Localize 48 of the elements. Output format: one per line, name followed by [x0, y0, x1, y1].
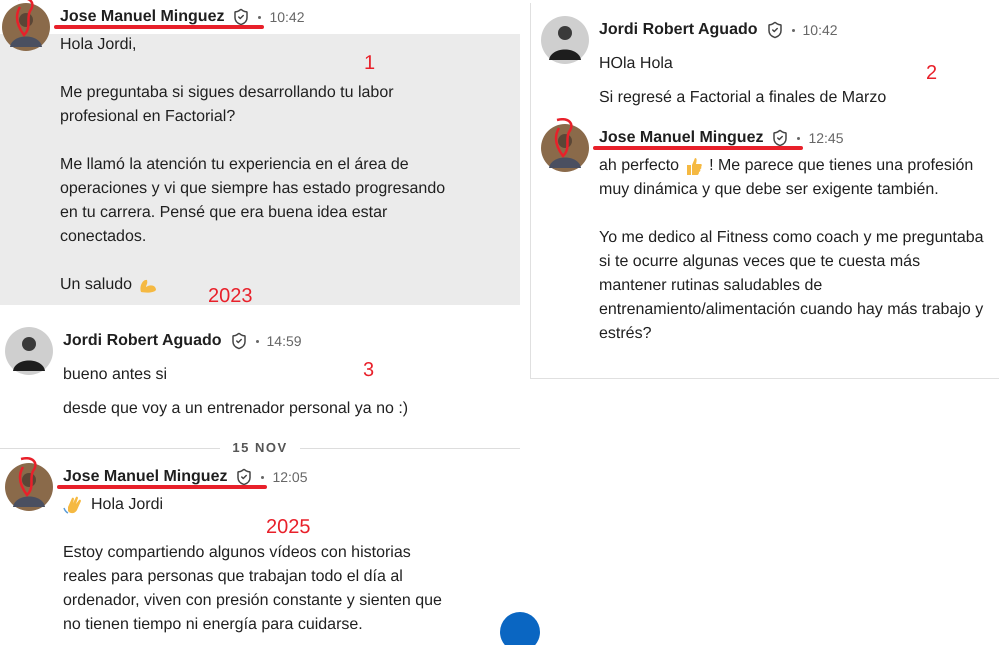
message-text: Yo me dedico al Fitness como coach y me preguntaba si te ocurre algunas veces que te cuesta más mantener rutinas saludables de entrenamiento/alimentación cuando hay más trabajo y estrés?: [599, 228, 985, 344]
annotation-label: 2025: [266, 516, 310, 538]
sender-name: Jose Manuel Minguez: [599, 129, 764, 146]
annotation-label: 2: [926, 61, 938, 86]
message-time: 10:42: [802, 20, 838, 40]
message-line: HOla Hola: [599, 54, 673, 74]
message-time: 14:59: [266, 332, 302, 350]
message-text: ah perfecto: [599, 156, 680, 176]
message-text: Hola Jordi,: [60, 35, 136, 55]
message-text: Me preguntaba si sigues desarrollando tu labor profesional en Factorial?: [60, 83, 395, 127]
sender-name: Jordi Robert Aguado: [63, 332, 222, 349]
verified-icon: [232, 8, 250, 26]
message-text: Un saludo: [60, 275, 132, 295]
chat-button[interactable]: [500, 612, 540, 645]
message-time: 10:42: [269, 8, 305, 26]
verified-icon: [766, 21, 784, 39]
annotation-label: 2023: [208, 284, 252, 309]
avatar: [5, 463, 53, 511]
message-line: bueno antes si: [63, 365, 168, 385]
dot-separator-icon: [261, 476, 264, 478]
verified-icon: [235, 468, 254, 486]
message-line: Si regresé a Factorial a finales de Marzo: [599, 88, 886, 108]
message-time: 12:05: [272, 468, 308, 486]
annotation-label: 3: [363, 358, 374, 383]
message-text: Me llamó la atención tu experiencia en el área de operaciones y vi que siempre has estado progresando en tu carrera. Pensé que era buena idea estar conectados.: [60, 155, 446, 247]
message-text: ! Me parece que tienes una profesión: [709, 156, 974, 176]
message-text: Hola Jordi: [91, 495, 164, 515]
thumbs-up-icon: [685, 156, 704, 176]
dot-separator-icon: [258, 16, 262, 18]
message-text: Estoy compartiendo algunos vídeos con historias reales para personas que trabajan todo el día al ordenador, viven con presión constante y sienten que no tienen tiempo ni energía para cuidarse.: [63, 543, 443, 635]
dot-separator-icon: [792, 28, 795, 32]
verified-icon: [230, 332, 248, 350]
waving-hand-icon: [63, 495, 83, 515]
message-line: desde que voy a un entrenador personal ya no :): [63, 399, 408, 419]
verified-icon: [771, 129, 790, 147]
sender-name: Jose Manuel Minguez: [63, 468, 228, 485]
sender-name: Jordi Robert Aguado: [599, 21, 758, 38]
date-divider: 15 NOV: [231, 439, 289, 458]
message-time: 12:45: [808, 128, 844, 148]
dot-separator-icon: [797, 136, 800, 140]
dot-separator-icon: [256, 340, 259, 342]
message-text: muy dinámica y que debe ser exigente también.: [599, 180, 939, 200]
avatar: [541, 16, 589, 64]
avatar: [5, 327, 53, 375]
avatar: [2, 3, 50, 51]
avatar: [541, 124, 589, 172]
sender-name: Jose Manuel Minguez: [60, 8, 224, 25]
annotation-label: 1: [364, 51, 376, 76]
